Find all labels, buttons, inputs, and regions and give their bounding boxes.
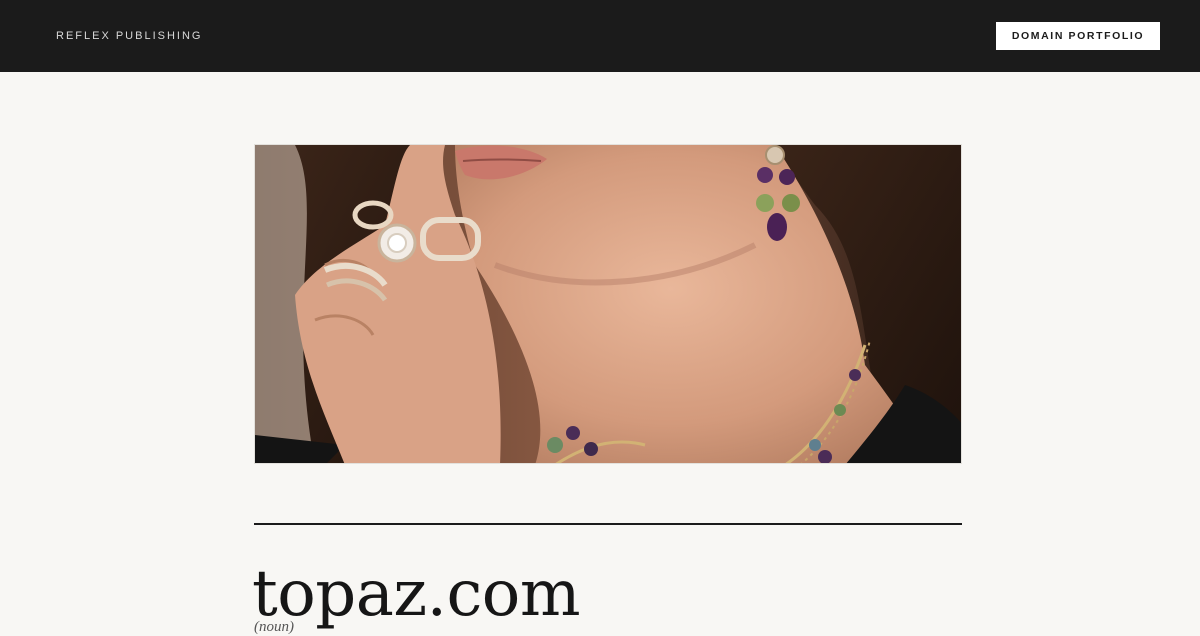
top-navigation-bar: REFLEX PUBLISHING DOMAIN PORTFOLIO — [0, 0, 1200, 72]
section-divider — [254, 523, 962, 525]
domain-portfolio-button[interactable]: DOMAIN PORTFOLIO — [996, 22, 1160, 50]
hero-image — [254, 144, 962, 464]
part-of-speech-label: (noun) — [254, 619, 294, 635]
domain-name-heading: topaz.com — [252, 557, 581, 631]
jewelry-photo-illustration — [255, 145, 961, 463]
brand-link[interactable]: REFLEX PUBLISHING — [56, 29, 202, 43]
